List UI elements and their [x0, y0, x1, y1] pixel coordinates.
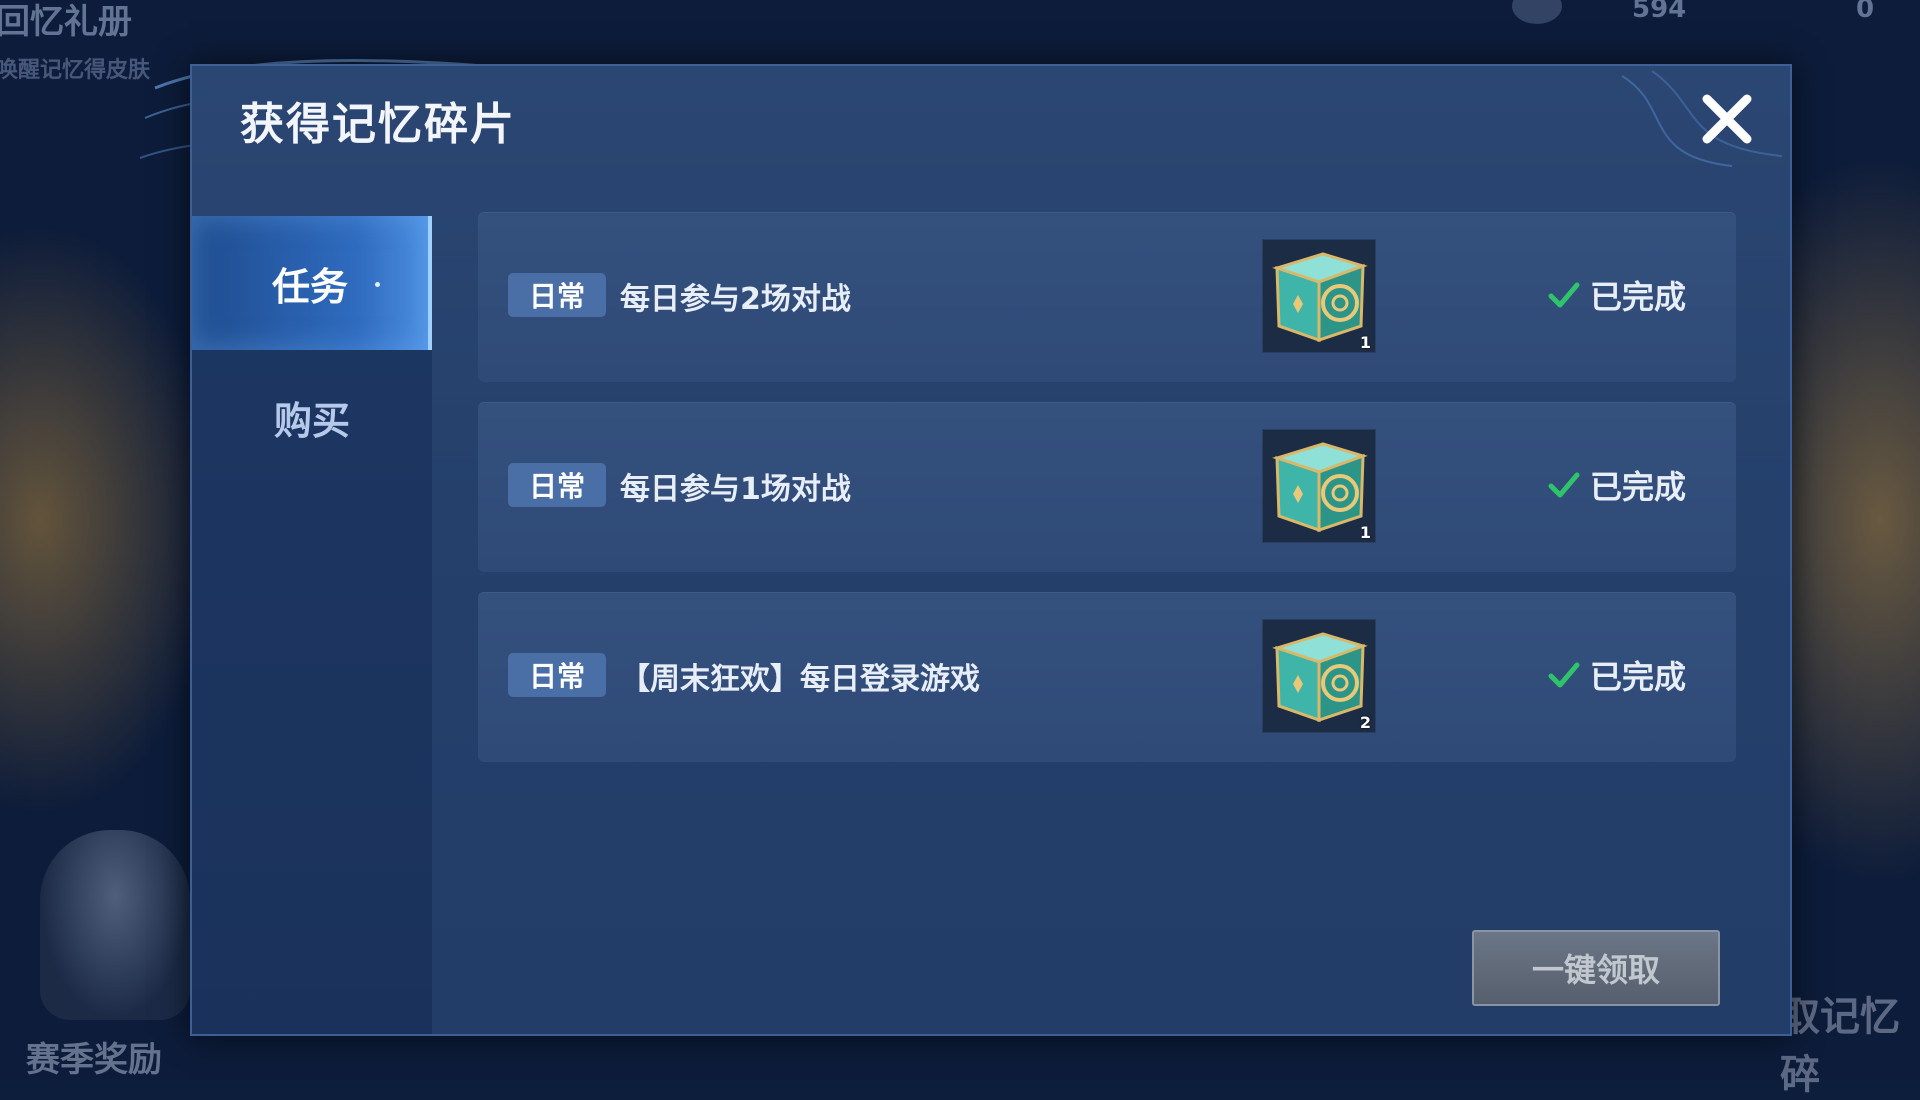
reward-count: 1 — [1359, 523, 1371, 542]
currency-icon — [1512, 0, 1562, 24]
check-icon — [1548, 282, 1580, 308]
background-title: 回忆礼册 — [0, 2, 132, 42]
tab-buy-label: 购买 — [273, 398, 350, 443]
status-text: 已完成 — [1590, 468, 1687, 506]
task-row: 日常 每日参与2场对战 1 已完成 — [478, 212, 1736, 382]
daily-badge: 日常 — [508, 653, 606, 697]
check-icon — [1548, 662, 1580, 688]
dialog-title: 获得记忆碎片 — [240, 99, 516, 150]
task-status: 已完成 — [1548, 462, 1686, 508]
sidebar: 任务 购买 — [192, 216, 432, 1034]
check-icon — [1548, 472, 1580, 498]
reward-slot[interactable]: 2 — [1262, 619, 1376, 733]
task-row: 日常 【周末狂欢】每日登录游戏 2 已完成 — [478, 592, 1736, 762]
daily-badge: 日常 — [508, 273, 606, 317]
tab-selected-dot — [375, 282, 380, 287]
background-right-label: 取记忆碎 — [1780, 994, 1900, 1098]
tab-buy[interactable]: 购买 — [192, 350, 432, 484]
claim-all-button[interactable]: 一键领取 — [1472, 930, 1720, 1006]
background-subtitle: 唤醒记忆得皮肤 — [0, 58, 151, 83]
reward-count: 2 — [1359, 713, 1371, 732]
currency-2-value: 0 — [1856, 0, 1875, 24]
task-name: 【周末狂欢】每日登录游戏 — [620, 662, 980, 697]
reward-count: 1 — [1359, 333, 1371, 352]
status-text: 已完成 — [1590, 278, 1687, 316]
task-name: 每日参与2场对战 — [620, 282, 851, 317]
daily-badge: 日常 — [508, 463, 606, 507]
season-reward-label: 赛季奖励 — [26, 1040, 162, 1080]
tab-task-label: 任务 — [271, 264, 348, 309]
task-status: 已完成 — [1548, 272, 1686, 318]
close-icon — [1702, 94, 1752, 144]
close-button[interactable] — [1692, 84, 1762, 154]
task-row: 日常 每日参与1场对战 1 已完成 — [478, 402, 1736, 572]
reward-slot[interactable]: 1 — [1262, 239, 1376, 353]
currency-1-value: 594 — [1632, 0, 1687, 24]
task-name: 每日参与1场对战 — [620, 472, 851, 507]
character-portrait — [40, 830, 190, 1020]
tab-task[interactable]: 任务 — [192, 216, 432, 350]
task-status: 已完成 — [1548, 652, 1686, 698]
memory-fragment-dialog: 获得记忆碎片 任务 购买 日常 每日参与2场对战 1 已完成 日常 每日参与1场… — [190, 64, 1792, 1036]
reward-slot[interactable]: 1 — [1262, 429, 1376, 543]
status-text: 已完成 — [1590, 658, 1687, 696]
